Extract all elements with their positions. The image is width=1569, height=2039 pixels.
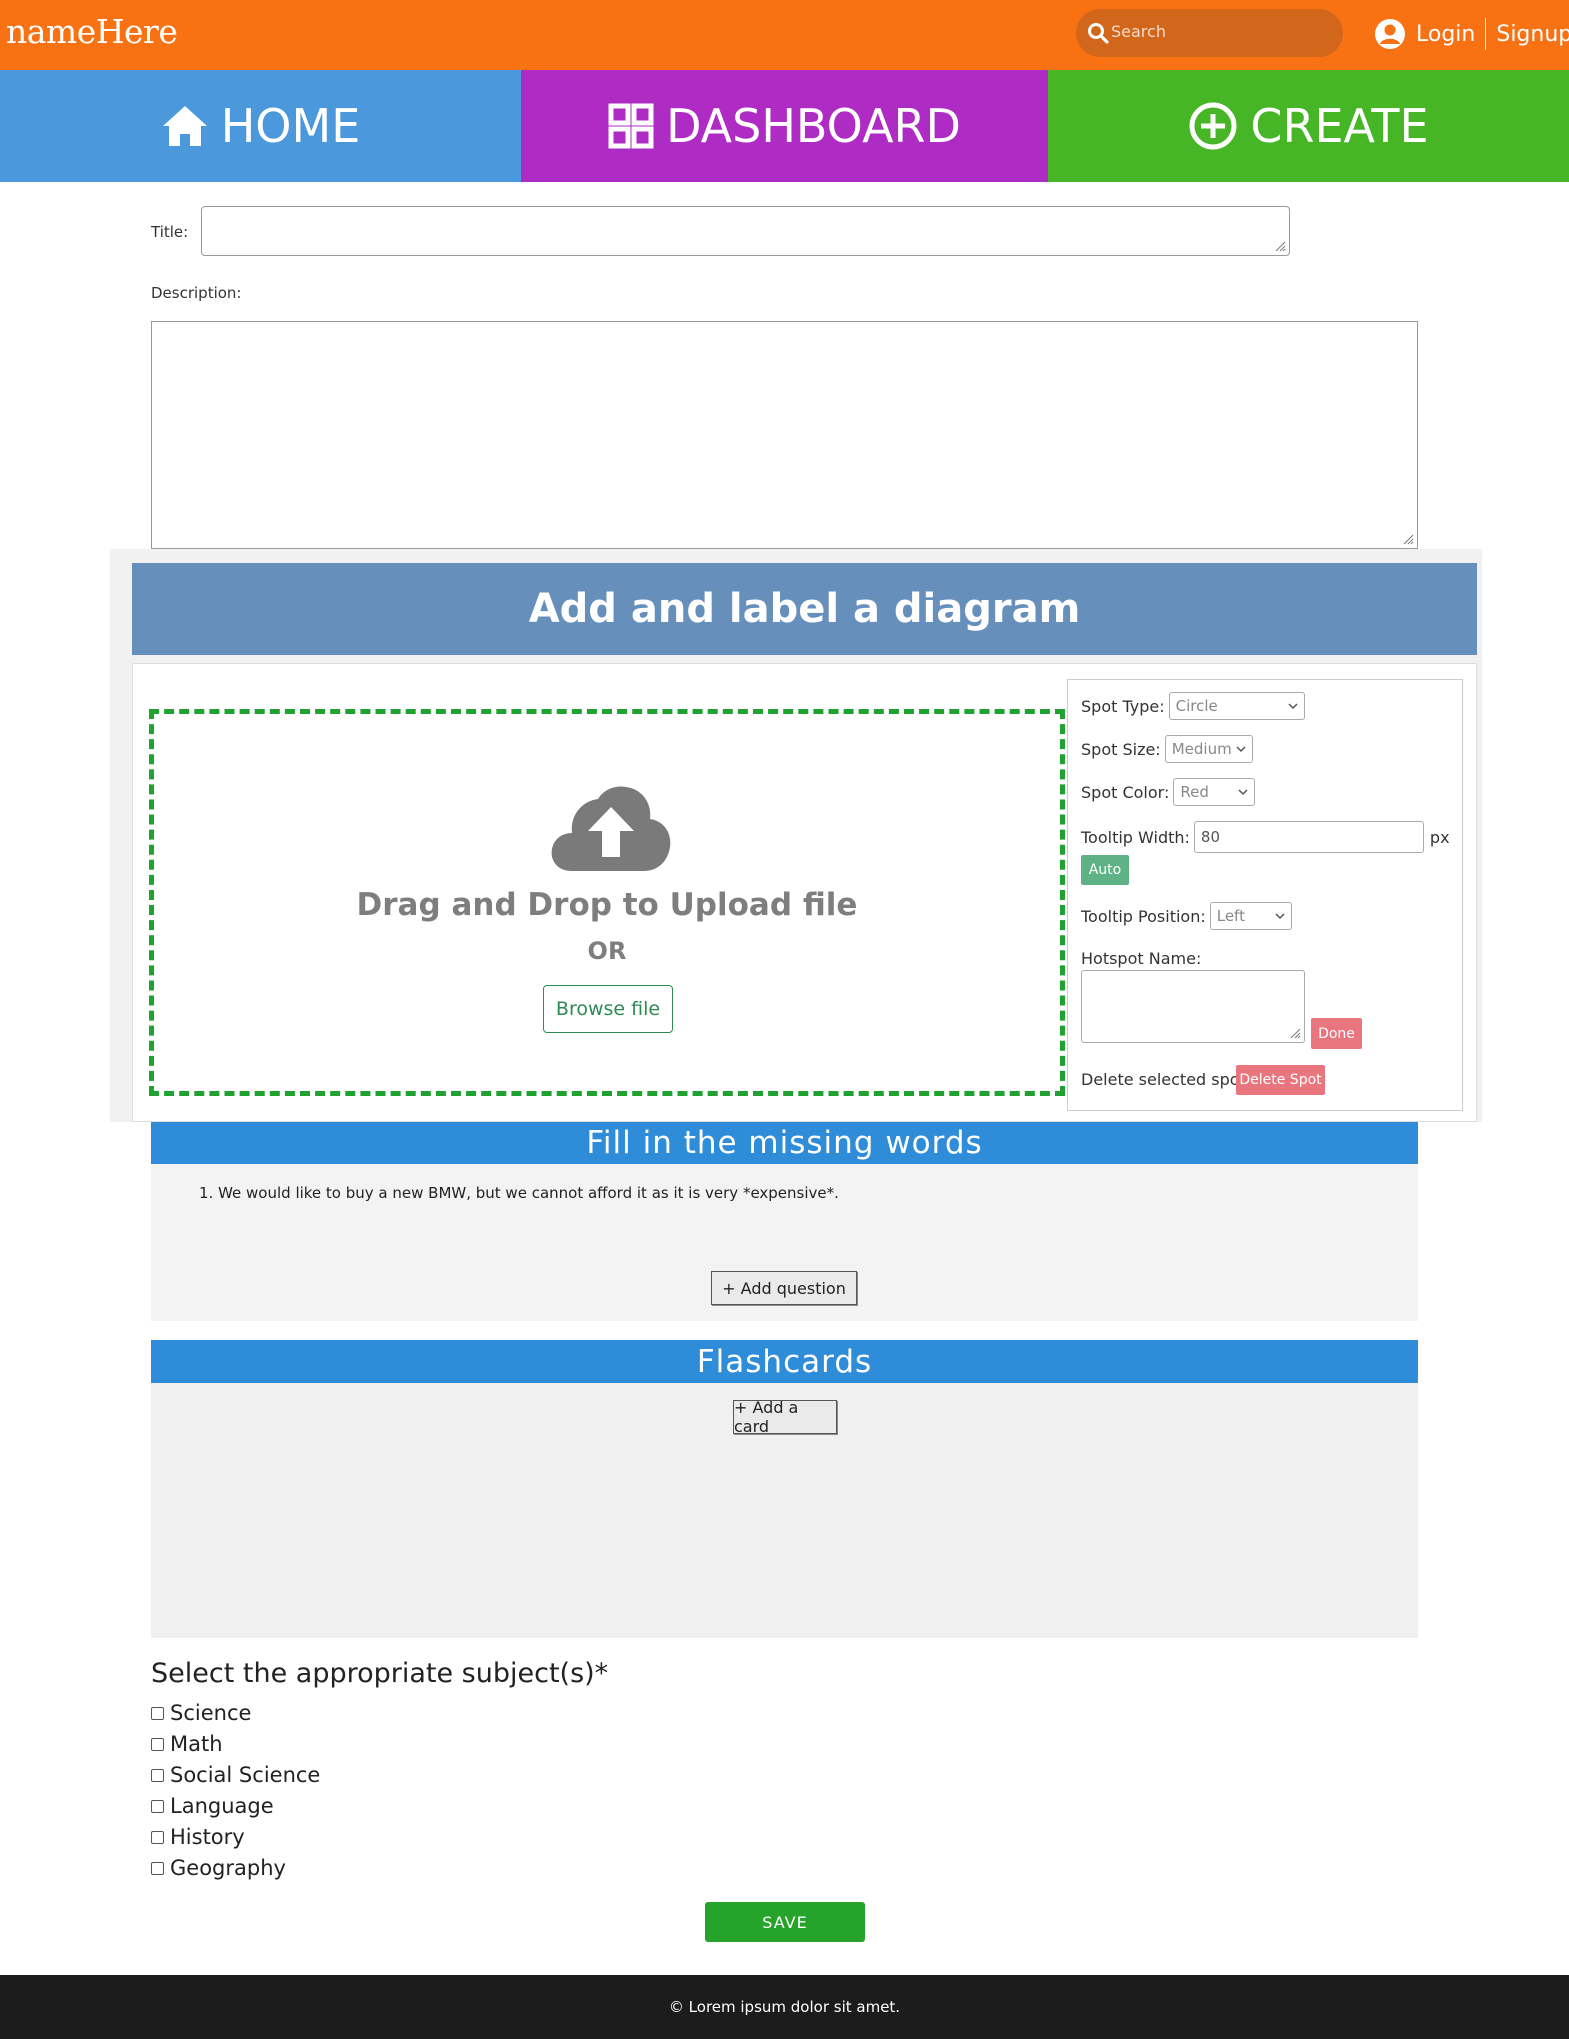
upload-dropzone[interactable]: Drag and Drop to Upload file OR Browse f…	[149, 709, 1065, 1096]
delete-spot-label: Delete selected spot?	[1081, 1070, 1255, 1089]
tooltip-width-value: 80	[1200, 828, 1221, 846]
tooltip-width-label: Tooltip Width:	[1081, 827, 1190, 847]
tab-home-label: HOME	[220, 99, 361, 153]
search-input[interactable]: Search	[1111, 22, 1166, 41]
chevron-down-icon	[1236, 746, 1246, 753]
cloud-upload-icon	[551, 786, 671, 871]
brand-logo[interactable]: nameHere	[6, 12, 178, 51]
question-item[interactable]: 1. We would like to buy a new BMW, but w…	[199, 1184, 839, 1202]
resize-grip-icon	[1403, 534, 1414, 545]
subject-label: Math	[170, 1732, 223, 1756]
hotspot-name-input[interactable]	[1081, 970, 1305, 1043]
subject-geography[interactable]: Geography	[151, 1856, 286, 1880]
tooltip-position-value: Left	[1216, 907, 1245, 925]
spot-color-label: Spot Color:	[1081, 782, 1170, 802]
main-nav: HOME DASHBOARD CREATE	[0, 70, 1569, 182]
spot-size-label: Spot Size:	[1081, 739, 1161, 759]
subjects-title: Select the appropriate subject(s)*	[151, 1658, 609, 1689]
subject-label: Science	[170, 1701, 252, 1725]
subject-science[interactable]: Science	[151, 1701, 251, 1725]
footer-text: © Lorem ipsum dolor sit amet.	[668, 1998, 901, 2016]
description-field[interactable]	[151, 321, 1418, 549]
spot-type-label: Spot Type:	[1081, 696, 1165, 716]
tooltip-position-label: Tooltip Position:	[1081, 906, 1206, 926]
spot-color-select[interactable]: Red	[1173, 778, 1256, 806]
subject-label: Social Science	[170, 1763, 321, 1787]
checkbox[interactable]	[151, 1830, 164, 1844]
dropzone-or: OR	[587, 937, 627, 965]
spot-color-value: Red	[1180, 783, 1209, 801]
spot-size-value: Medium	[1171, 740, 1232, 758]
flashcards-heading: Flashcards	[151, 1340, 1418, 1383]
resize-grip-icon	[1275, 241, 1286, 252]
resize-grip-icon	[1290, 1028, 1301, 1039]
subject-history[interactable]: History	[151, 1825, 245, 1849]
description-label: Description:	[151, 284, 242, 302]
subject-label: Language	[170, 1794, 274, 1818]
add-circle-icon	[1189, 102, 1237, 150]
tooltip-position-row: Tooltip Position: Left	[1081, 902, 1292, 930]
tab-home[interactable]: HOME	[0, 70, 521, 182]
dashboard-icon	[608, 103, 654, 149]
login-link[interactable]: Login	[1416, 22, 1475, 47]
delete-spot-button[interactable]: Delete Spot	[1236, 1065, 1325, 1095]
done-button[interactable]: Done	[1311, 1018, 1362, 1049]
signup-link[interactable]: Signup	[1496, 22, 1569, 47]
fill-words-heading: Fill in the missing words	[151, 1122, 1418, 1164]
tab-dashboard[interactable]: DASHBOARD	[521, 70, 1048, 182]
hotspot-settings-panel: Spot Type: Circle Spot Size: Medium Spot…	[1067, 679, 1463, 1111]
user-icon	[1375, 19, 1405, 49]
auth-links: Login Signup	[1374, 14, 1569, 54]
title-label: Title:	[151, 223, 189, 241]
checkbox[interactable]	[151, 1737, 164, 1751]
fill-words-body: 1. We would like to buy a new BMW, but w…	[151, 1164, 1418, 1321]
subject-label: History	[170, 1825, 245, 1849]
title-field[interactable]	[201, 206, 1290, 256]
spot-color-row: Spot Color: Red	[1081, 778, 1256, 806]
spot-type-value: Circle	[1175, 697, 1218, 715]
chevron-down-icon	[1275, 913, 1285, 920]
spot-type-row: Spot Type: Circle	[1081, 692, 1305, 720]
search-icon	[1088, 23, 1109, 44]
diagram-heading: Add and label a diagram	[132, 563, 1477, 655]
tooltip-width-unit: px	[1429, 827, 1450, 847]
dropzone-title: Drag and Drop to Upload file	[356, 887, 858, 923]
tab-dashboard-label: DASHBOARD	[666, 99, 961, 153]
tab-create[interactable]: CREATE	[1048, 70, 1569, 182]
subject-math[interactable]: Math	[151, 1732, 223, 1756]
subject-label: Geography	[170, 1856, 286, 1880]
checkbox[interactable]	[151, 1799, 164, 1813]
delete-spot-row: Delete selected spot?	[1081, 1070, 1254, 1089]
chevron-down-icon	[1238, 789, 1248, 796]
tooltip-width-row: Tooltip Width: 80 px	[1081, 821, 1450, 853]
search-box[interactable]: Search	[1076, 9, 1343, 57]
add-question-button[interactable]: + Add question	[711, 1271, 857, 1305]
checkbox[interactable]	[151, 1706, 164, 1720]
checkbox[interactable]	[151, 1861, 164, 1875]
subject-language[interactable]: Language	[151, 1794, 274, 1818]
browse-file-button[interactable]: Browse file	[543, 985, 673, 1033]
spot-type-select[interactable]: Circle	[1168, 692, 1305, 720]
flashcards-body: + Add a card	[151, 1383, 1418, 1638]
footer: © Lorem ipsum dolor sit amet.	[0, 1975, 1569, 2039]
checkbox[interactable]	[151, 1768, 164, 1782]
chevron-down-icon	[1288, 703, 1298, 710]
auto-width-button[interactable]: Auto	[1081, 855, 1129, 885]
tooltip-position-select[interactable]: Left	[1209, 902, 1292, 930]
add-card-button[interactable]: + Add a card	[733, 1398, 837, 1436]
hotspot-name-row: Hotspot Name:	[1081, 949, 1201, 968]
divider	[1485, 18, 1487, 50]
spot-size-row: Spot Size: Medium	[1081, 735, 1253, 763]
home-icon	[162, 106, 207, 146]
tooltip-width-input[interactable]: 80	[1193, 821, 1424, 853]
spot-size-select[interactable]: Medium	[1164, 735, 1253, 763]
save-button[interactable]: SAVE	[705, 1902, 865, 1942]
tab-create-label: CREATE	[1250, 99, 1429, 153]
subject-social-science[interactable]: Social Science	[151, 1763, 320, 1787]
hotspot-name-label: Hotspot Name:	[1081, 949, 1202, 968]
top-bar: nameHere Search Login Signup	[0, 0, 1569, 70]
